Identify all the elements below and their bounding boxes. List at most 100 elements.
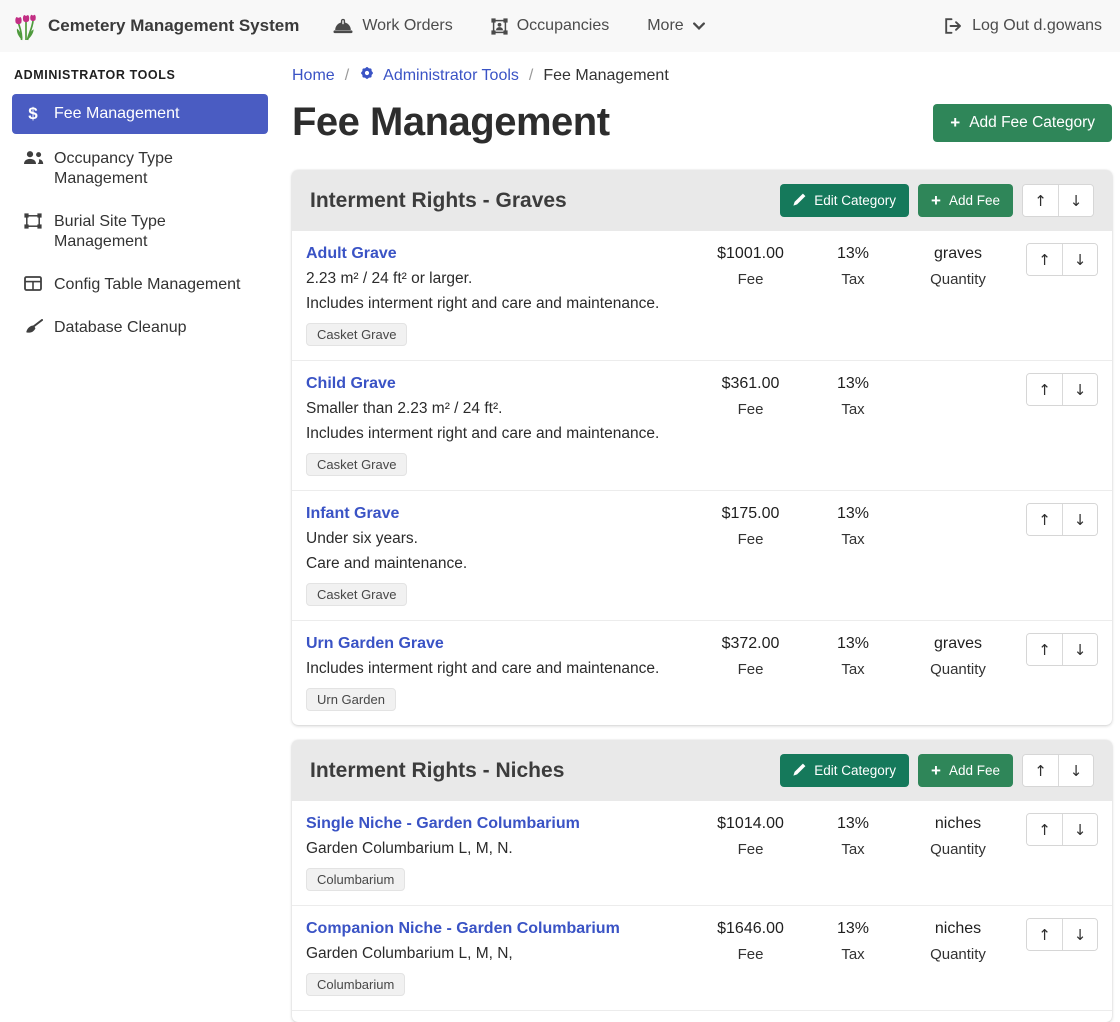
category-reorder-controls: ↑ ↓ bbox=[1022, 184, 1094, 217]
quantity-column bbox=[898, 373, 1018, 378]
breadcrumb-admin-tools-link[interactable]: Administrator Tools bbox=[359, 65, 519, 86]
quantity-column: niches Quantity bbox=[898, 918, 1018, 965]
move-fee-down-button[interactable]: ↓ bbox=[1062, 244, 1097, 275]
tax-value: 13% bbox=[808, 243, 898, 264]
tax-value: 13% bbox=[808, 918, 898, 939]
tax-value: 13% bbox=[808, 813, 898, 834]
category-header: Interment Rights - Graves Edit Category … bbox=[292, 170, 1112, 231]
tax-value: 13% bbox=[808, 373, 898, 394]
object-group-icon bbox=[22, 212, 44, 229]
move-fee-up-button[interactable]: ↑ bbox=[1027, 814, 1062, 845]
move-fee-down-button[interactable]: ↓ bbox=[1062, 634, 1097, 665]
breadcrumb-current: Fee Management bbox=[543, 67, 668, 85]
fee-name-link[interactable]: Urn Garden Grave bbox=[306, 633, 444, 654]
sidebar-heading: ADMINISTRATOR TOOLS bbox=[14, 68, 266, 82]
category-title: Interment Rights - Graves bbox=[310, 189, 780, 213]
nav-item-label: Work Orders bbox=[362, 17, 452, 35]
move-fee-down-button[interactable]: ↓ bbox=[1062, 504, 1097, 535]
fee-descriptions: Under six years.Care and maintenance. bbox=[306, 528, 685, 574]
nav-item-more[interactable]: More bbox=[647, 17, 704, 35]
tax-label: Tax bbox=[808, 269, 898, 290]
fee-name-link[interactable]: Infant Grave bbox=[306, 503, 399, 524]
main-nav: Work Orders Occupancies More bbox=[333, 17, 704, 35]
add-fee-label: Add Fee bbox=[949, 193, 1000, 208]
fee-category-card: Interment Rights - Niches Edit Category … bbox=[292, 740, 1112, 1022]
sidebar-item-occupancy-type-management[interactable]: Occupancy Type Management bbox=[12, 141, 268, 197]
nav-item-occupancies[interactable]: Occupancies bbox=[491, 17, 610, 35]
fee-description: Garden Columbarium L, M, N, bbox=[306, 943, 685, 964]
move-fee-up-button[interactable]: ↑ bbox=[1027, 244, 1062, 275]
plus-icon: + bbox=[931, 194, 941, 208]
main-content: Home / Administrator Tools / Fee Managem… bbox=[292, 52, 1112, 1022]
fee-reorder-controls: ↑ ↓ bbox=[1018, 918, 1098, 951]
fee-row: Infant Grave Under six years.Care and ma… bbox=[292, 490, 1112, 620]
quantity-column: graves Quantity bbox=[898, 243, 1018, 290]
breadcrumb-section-label: Administrator Tools bbox=[383, 67, 519, 85]
move-fee-down-button[interactable]: ↓ bbox=[1062, 374, 1097, 405]
category-header: Interment Rights - Niches Edit Category … bbox=[292, 740, 1112, 801]
move-category-up-button[interactable]: ↑ bbox=[1023, 755, 1058, 786]
fee-type-badge: Columbarium bbox=[306, 868, 405, 891]
gear-icon bbox=[359, 65, 375, 86]
move-fee-down-button[interactable]: ↓ bbox=[1062, 814, 1097, 845]
breadcrumb: Home / Administrator Tools / Fee Managem… bbox=[292, 65, 1112, 86]
sidebar-item-label: Fee Management bbox=[54, 104, 179, 124]
fee-name-link[interactable]: Adult Grave bbox=[306, 243, 397, 264]
sidebar-item-burial-site-type-management[interactable]: Burial Site Type Management bbox=[12, 204, 268, 260]
logout-button[interactable]: Log Out d.gowans bbox=[944, 17, 1102, 35]
move-category-down-button[interactable]: ↓ bbox=[1058, 755, 1093, 786]
fee-type-badge: Casket Grave bbox=[306, 323, 407, 346]
move-category-up-button[interactable]: ↑ bbox=[1023, 185, 1058, 216]
fee-info: Adult Grave 2.23 m² / 24 ft² or larger.I… bbox=[306, 243, 693, 346]
move-fee-up-button[interactable]: ↑ bbox=[1027, 374, 1062, 405]
fee-amount-value: $372.00 bbox=[693, 633, 808, 654]
move-fee-down-button[interactable]: ↓ bbox=[1062, 919, 1097, 950]
fee-amount-label: Fee bbox=[693, 399, 808, 420]
broom-icon bbox=[22, 318, 44, 334]
app-brand[interactable]: Cemetery Management System bbox=[14, 11, 299, 41]
sidebar-item-label: Database Cleanup bbox=[54, 318, 187, 338]
quantity-column: niches Quantity bbox=[898, 813, 1018, 860]
fee-list: Single Niche - Garden Columbarium Garden… bbox=[292, 801, 1112, 1022]
sidebar-item-fee-management[interactable]: $ Fee Management bbox=[12, 94, 268, 134]
edit-category-button[interactable]: Edit Category bbox=[780, 184, 909, 217]
fee-amount-label: Fee bbox=[693, 529, 808, 550]
fee-name-link[interactable]: Single Niche - Garden Columbarium bbox=[306, 813, 580, 834]
move-category-down-button[interactable]: ↓ bbox=[1058, 185, 1093, 216]
add-fee-button[interactable]: + Add Fee bbox=[918, 184, 1013, 217]
nav-item-label: Occupancies bbox=[517, 17, 610, 35]
fee-amount-label: Fee bbox=[693, 659, 808, 680]
breadcrumb-home-link[interactable]: Home bbox=[292, 67, 335, 85]
sidebar-item-database-cleanup[interactable]: Database Cleanup bbox=[12, 310, 268, 346]
nav-item-work-orders[interactable]: Work Orders bbox=[333, 17, 452, 35]
fee-info: Single Niche - Garden Columbarium Garden… bbox=[306, 813, 693, 891]
fee-reorder-controls: ↑ ↓ bbox=[1018, 373, 1098, 406]
fee-amount-column: $1646.00 Fee bbox=[693, 918, 808, 965]
fee-description: Smaller than 2.23 m² / 24 ft². bbox=[306, 398, 685, 419]
edit-category-label: Edit Category bbox=[814, 763, 896, 778]
fee-row: Urn Garden Grave Includes interment righ… bbox=[292, 620, 1112, 725]
move-fee-up-button[interactable]: ↑ bbox=[1027, 919, 1062, 950]
fee-name-link[interactable]: Companion Niche - Garden Columbarium bbox=[306, 918, 620, 939]
add-fee-button[interactable]: + Add Fee bbox=[918, 754, 1013, 787]
move-fee-up-button[interactable]: ↑ bbox=[1027, 504, 1062, 535]
fee-name-link[interactable]: Child Grave bbox=[306, 373, 396, 394]
add-fee-category-button[interactable]: + Add Fee Category bbox=[933, 104, 1112, 142]
fee-type-badge: Casket Grave bbox=[306, 583, 407, 606]
fee-amount-label: Fee bbox=[693, 839, 808, 860]
tax-value: 13% bbox=[808, 633, 898, 654]
page-title: Fee Management bbox=[292, 100, 610, 145]
quantity-label: Quantity bbox=[898, 944, 1018, 965]
tax-value: 13% bbox=[808, 503, 898, 524]
sidebar-item-config-table-management[interactable]: Config Table Management bbox=[12, 267, 268, 303]
fee-info: Infant Grave Under six years.Care and ma… bbox=[306, 503, 693, 606]
fee-descriptions: 2.23 m² / 24 ft² or larger.Includes inte… bbox=[306, 268, 685, 314]
fee-amount-label: Fee bbox=[693, 944, 808, 965]
tax-column: 13% Tax bbox=[808, 813, 898, 860]
fee-amount-value: $361.00 bbox=[693, 373, 808, 394]
edit-category-button[interactable]: Edit Category bbox=[780, 754, 909, 787]
move-fee-up-button[interactable]: ↑ bbox=[1027, 634, 1062, 665]
fee-row: Child Grave Smaller than 2.23 m² / 24 ft… bbox=[292, 360, 1112, 490]
fee-list: Adult Grave 2.23 m² / 24 ft² or larger.I… bbox=[292, 231, 1112, 725]
fee-descriptions: Smaller than 2.23 m² / 24 ft².Includes i… bbox=[306, 398, 685, 444]
